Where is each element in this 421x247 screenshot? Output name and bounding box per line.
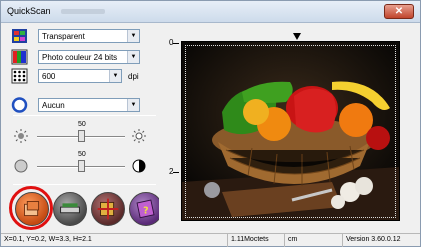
color-mode-icon [11, 49, 28, 65]
resolution-icon [11, 68, 28, 84]
scan-selection-box[interactable] [185, 45, 396, 218]
crop-icon [97, 198, 119, 220]
contrast-value: 50 [78, 151, 86, 158]
status-units: cm [284, 234, 341, 247]
chevron-down-icon: ▼ [127, 99, 139, 111]
crop-button[interactable] [91, 192, 125, 226]
resolution-unit: dpi [128, 72, 139, 81]
filter-row: Aucun ▼ [7, 96, 153, 114]
contrast-high-icon [132, 159, 146, 173]
divider [13, 184, 156, 185]
mode-select[interactable]: Photo couleur 24 bits ▼ [38, 50, 140, 64]
chevron-down-icon: ▼ [109, 70, 121, 82]
preview-image[interactable] [181, 41, 400, 221]
title-bar: QuickScan ✕ [1, 1, 420, 23]
brightness-low-icon [14, 129, 28, 143]
resolution-select[interactable]: 600 ▼ [38, 69, 122, 83]
filter-icon [11, 97, 28, 113]
settings-panel: Transparent ▼ Photo couleur 24 bits ▼ 60… [7, 27, 163, 233]
close-button[interactable]: ✕ [384, 4, 414, 19]
chevron-down-icon: ▼ [127, 51, 139, 63]
preview-button[interactable] [53, 192, 87, 226]
svg-text:?: ? [143, 206, 148, 217]
source-select[interactable]: Transparent ▼ [38, 29, 140, 43]
help-button[interactable]: ? [129, 192, 163, 226]
title-redacted [61, 9, 105, 14]
status-size: 1.11Moctets [227, 234, 283, 247]
filter-select[interactable]: Aucun ▼ [38, 98, 140, 112]
ruler-tick [173, 43, 179, 44]
chevron-down-icon: ▼ [127, 30, 139, 42]
source-row: Transparent ▼ [7, 27, 153, 45]
brightness-high-icon [132, 129, 146, 143]
divider [13, 115, 156, 116]
action-toolbar: ? [9, 186, 163, 230]
ruler-top-marker[interactable] [293, 33, 301, 40]
contrast-low-icon [14, 159, 28, 173]
highlight-ring [9, 186, 53, 230]
contrast-thumb[interactable] [77, 160, 85, 172]
brightness-slider-row: 50 [7, 121, 153, 149]
preview-area: 0 2 [159, 27, 418, 231]
status-bar: X=0.1, Y=0.2, W=3.3, H=2.1 1.11Moctets c… [1, 233, 420, 247]
brightness-thumb[interactable] [77, 130, 85, 142]
mode-row: Photo couleur 24 bits ▼ [7, 48, 153, 66]
window-title: QuickScan [7, 6, 51, 16]
resolution-row: 600 ▼ dpi [7, 67, 153, 85]
help-book-icon: ? [136, 199, 155, 219]
quickscan-window: QuickScan ✕ Transparent ▼ Photo couleur … [0, 0, 421, 247]
ruler-tick [173, 172, 179, 173]
scanner-icon [60, 203, 80, 214]
brightness-value: 50 [78, 121, 86, 128]
status-version: Version 3.60.0.12 [342, 234, 420, 247]
contrast-slider-row: 50 [7, 151, 153, 179]
status-coords: X=0.1, Y=0.2, W=3.3, H=2.1 [4, 236, 92, 243]
scanner-source-icon [12, 29, 27, 43]
